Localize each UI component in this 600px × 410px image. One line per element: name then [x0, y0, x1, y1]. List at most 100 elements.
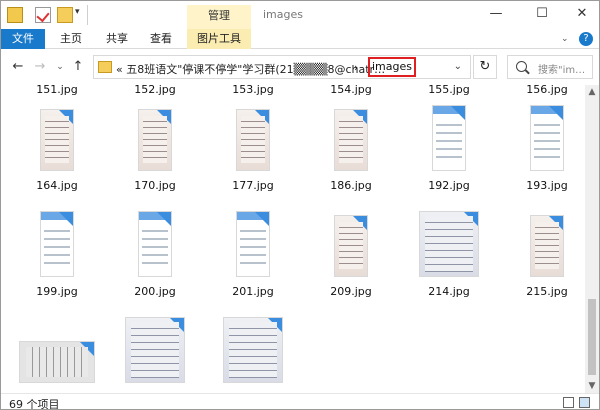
sync-badge-icon [268, 318, 282, 332]
thumbnail[interactable] [9, 205, 105, 281]
file-item[interactable]: 186.jpg [303, 99, 399, 195]
file-item[interactable]: 192.jpg [401, 99, 497, 195]
ribbon-expand-icon[interactable]: ⌄ [561, 34, 569, 44]
tab-file[interactable]: 文件 [1, 29, 45, 49]
image-thumbnail [334, 215, 368, 277]
file-item[interactable]: 193.jpg [499, 99, 585, 195]
close-button[interactable]: ✕ [567, 4, 597, 24]
sync-badge-icon [549, 106, 563, 120]
file-item[interactable] [205, 311, 301, 393]
sync-badge-icon [157, 110, 171, 124]
file-item[interactable]: 214.jpg [401, 205, 497, 301]
thumbnail[interactable] [9, 99, 105, 175]
image-thumbnail [334, 109, 368, 171]
minimize-button[interactable]: — [481, 4, 511, 24]
file-name: 193.jpg [526, 179, 568, 192]
thumbnail[interactable] [303, 99, 399, 175]
checkbox-icon[interactable] [35, 7, 51, 23]
thumbnail[interactable] [107, 311, 203, 387]
thumbnail[interactable] [303, 205, 399, 281]
file-name: 170.jpg [134, 179, 176, 192]
file-item[interactable]: 170.jpg [107, 99, 203, 195]
window-title: images [263, 8, 303, 21]
file-name: 152.jpg [134, 85, 176, 96]
thumbnail[interactable] [9, 311, 105, 387]
scroll-down-icon[interactable]: ▼ [585, 379, 599, 393]
file-name: 177.jpg [232, 179, 274, 192]
large-icons-view-icon[interactable] [579, 397, 590, 408]
help-icon[interactable]: ? [579, 32, 593, 46]
manage-context-tab[interactable]: 管理 [187, 5, 251, 29]
image-thumbnail [19, 341, 95, 383]
sync-badge-icon [549, 216, 563, 230]
image-thumbnail [236, 109, 270, 171]
sync-badge-icon [59, 110, 73, 124]
file-item[interactable]: 177.jpg [205, 99, 301, 195]
refresh-button[interactable]: ↻ [473, 55, 497, 79]
new-folder-icon[interactable] [57, 7, 73, 23]
file-name: 199.jpg [36, 285, 78, 298]
image-thumbnail [530, 105, 564, 171]
forward-icon[interactable]: → [31, 58, 49, 76]
file-item[interactable] [107, 311, 203, 393]
file-item[interactable]: 209.jpg [303, 205, 399, 301]
file-item[interactable]: 164.jpg [9, 99, 105, 195]
file-name: 164.jpg [36, 179, 78, 192]
sync-badge-icon [255, 110, 269, 124]
thumbnail[interactable] [107, 205, 203, 281]
up-icon[interactable]: ↑ [69, 58, 87, 76]
ribbon-tabs: 文件 主页 共享 查看 图片工具 ⌄ ? [1, 29, 599, 49]
tab-share[interactable]: 共享 [97, 29, 137, 49]
folder-icon [98, 61, 112, 73]
file-name: 214.jpg [428, 285, 470, 298]
thumbnail[interactable] [499, 99, 585, 175]
thumbnail[interactable] [205, 311, 301, 387]
image-thumbnail [223, 317, 283, 383]
file-name: 192.jpg [428, 179, 470, 192]
file-name: 151.jpg [36, 85, 78, 96]
file-name: 201.jpg [232, 285, 274, 298]
file-item[interactable]: 200.jpg [107, 205, 203, 301]
tab-home[interactable]: 主页 [51, 29, 91, 49]
details-view-icon[interactable] [563, 397, 574, 408]
vertical-scrollbar[interactable]: ▲ ▼ [585, 85, 599, 393]
breadcrumb-chevron-icon[interactable]: › [354, 61, 358, 74]
tab-view[interactable]: 查看 [141, 29, 181, 49]
breadcrumb[interactable]: « 五8班语文"停课不停学"学习群(21▒▒▒▒8@chatr… [116, 61, 385, 77]
search-placeholder: 搜索"im… [538, 65, 586, 76]
image-thumbnail [138, 109, 172, 171]
sync-badge-icon [353, 110, 367, 124]
divider [87, 5, 88, 25]
search-input[interactable]: 搜索"im… [507, 55, 593, 79]
chevron-down-icon[interactable]: ⌄ [454, 61, 462, 72]
recent-locations-icon[interactable]: ⌄ [51, 58, 69, 76]
thumbnail[interactable] [401, 99, 497, 175]
quick-access-dropdown-icon[interactable]: ▾ [75, 7, 80, 17]
file-item[interactable]: 215.jpg [499, 205, 585, 301]
image-thumbnail [432, 105, 466, 171]
image-thumbnail [40, 109, 74, 171]
thumbnail[interactable] [401, 205, 497, 281]
file-item[interactable]: 201.jpg [205, 205, 301, 301]
image-thumbnail [419, 211, 479, 277]
back-icon[interactable]: ← [9, 58, 27, 76]
scrollbar-thumb[interactable] [588, 299, 596, 375]
image-thumbnail [40, 211, 74, 277]
thumbnail[interactable] [499, 205, 585, 281]
scroll-up-icon[interactable]: ▲ [585, 85, 599, 99]
thumbnail[interactable] [107, 99, 203, 175]
file-item[interactable]: 199.jpg [9, 205, 105, 301]
thumbnail[interactable] [205, 205, 301, 281]
file-explorer-window: ▾ 管理 images — ☐ ✕ 文件 主页 共享 查看 图片工具 ⌄ ? ←… [0, 0, 600, 410]
file-item[interactable] [9, 311, 105, 393]
file-name: 186.jpg [330, 179, 372, 192]
properties-icon[interactable] [7, 7, 23, 23]
file-name: 215.jpg [526, 285, 568, 298]
address-bar[interactable]: « 五8班语文"停课不停学"学习群(21▒▒▒▒8@chatr… › image… [93, 55, 471, 79]
sync-badge-icon [464, 212, 478, 226]
current-folder-crumb[interactable]: images [368, 57, 416, 77]
sync-badge-icon [451, 106, 465, 120]
tab-picture-tools[interactable]: 图片工具 [187, 29, 251, 49]
maximize-button[interactable]: ☐ [527, 4, 557, 24]
thumbnail[interactable] [205, 99, 301, 175]
